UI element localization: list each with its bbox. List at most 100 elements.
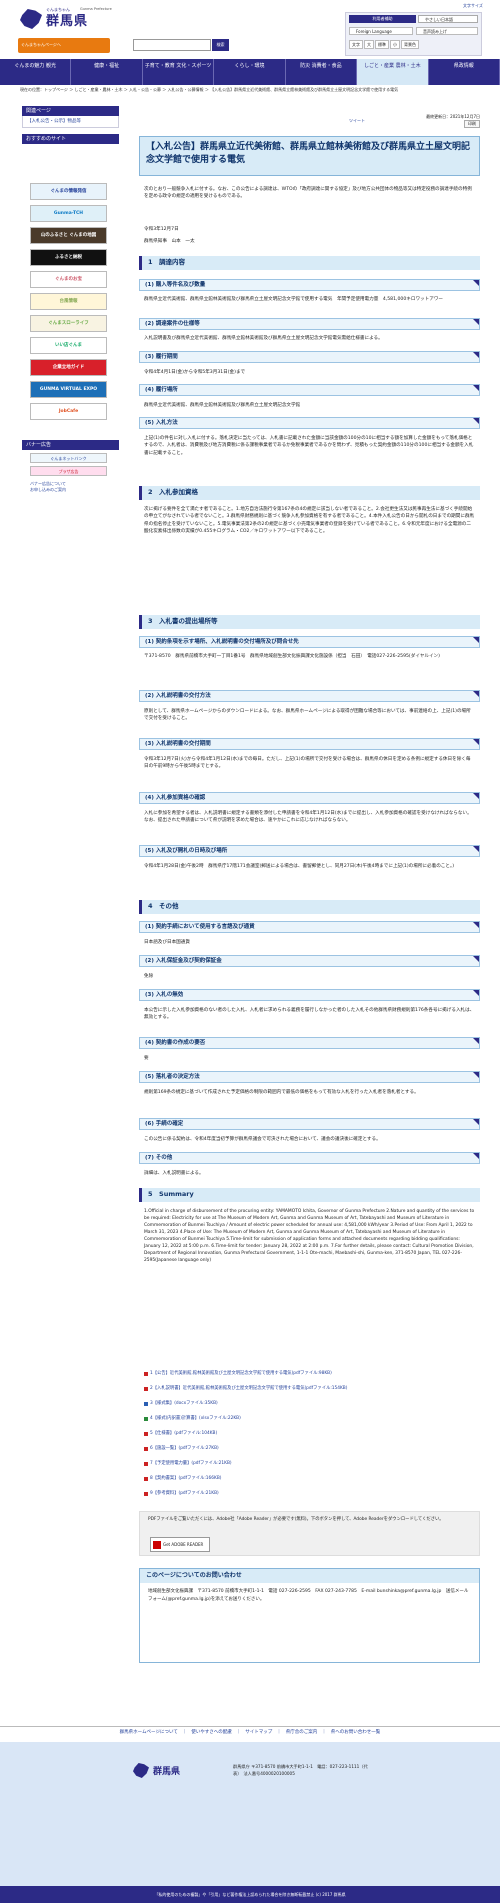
- banner-3[interactable]: ふるさと納税: [30, 249, 107, 266]
- subsection-4-5-text: 規則第169条の規定に基づいて作成された予定価格の制限の範囲内で最低の価格をもっ…: [144, 1090, 419, 1095]
- gunma-logo-icon: [20, 9, 42, 29]
- banner-8[interactable]: 企業立地ガイド: [30, 359, 107, 376]
- nav-item-education[interactable]: 子育て・教育 文化・スポーツ: [143, 59, 215, 85]
- breadcrumb[interactable]: 現在の位置：トップページ ＞ しごと・産業・農林・土木 ＞ 入札・公告・公募 ＞…: [20, 87, 480, 101]
- help-link[interactable]: 文字サイズ: [463, 3, 483, 9]
- footer-address: 群馬県庁 〒371-8570 前橋市大手町1-1-1 電話：027-223-11…: [233, 1764, 368, 1776]
- subsection-3-1-text: 〒371-8570 群馬県前橋市大手町一丁目1番1号 群馬県地域創生部文化振興課…: [144, 654, 440, 659]
- foreign-language-link[interactable]: Foreign Language: [349, 27, 413, 35]
- subsection-3-2-text: 原則として、群馬県ホームページからのダウンロードによる。なお、群馬県ホームページ…: [144, 709, 471, 722]
- adobe-reader-button[interactable]: Get ADOBE READER: [150, 1537, 210, 1552]
- pdf-notice: PDFファイルをご覧いただくには、Adobe社「Adobe Reader」が必要…: [139, 1511, 480, 1556]
- download-link[interactable]: 9【参考資料】(pdfファイル:21KB): [144, 1491, 475, 1497]
- subsection-1-4: (4) 履行場所: [139, 384, 480, 396]
- section-2-text: 次に掲げる要件を全て満たす者であること。1.地方自治法施行令第167条の4の規定…: [144, 507, 475, 535]
- subsection-1-3-text: 令和4年4月1日(金)から令和5年3月31日(金)まで: [144, 370, 246, 375]
- footer-logo-name: 群馬県: [153, 1767, 181, 1777]
- banner-0[interactable]: ぐんまの情報発信: [30, 183, 107, 200]
- nav-item-life[interactable]: くらし・環境: [214, 59, 286, 85]
- gunma-logo-icon: [133, 1763, 149, 1778]
- ad-apply-link[interactable]: お申し込みのご案内: [30, 487, 66, 493]
- tweet-button[interactable]: ツイート: [349, 118, 365, 124]
- subsection-3-5-text: 令和4年1月28日(金)午後2時 群馬県庁17階171会議室(郵送による場合は、…: [144, 864, 455, 869]
- subsection-1-2-text: 入札説明書及び群馬県立近代美術館、群馬県立館林美術館及び群馬県立土屋文明記念文学…: [144, 336, 383, 341]
- accessibility-toolbox: 利用者補助 やさしい日本語 Foreign Language 音声読み上げ 文字…: [345, 12, 482, 56]
- notice-date: 令和3年12月7日: [144, 227, 179, 232]
- nav-item-government[interactable]: 県政情報: [429, 59, 500, 85]
- banner-6[interactable]: ぐんまスローライフ: [30, 315, 107, 332]
- site-header: ぐんまちゃん Gunma Prefecture 群馬県 ぐんまちゃんページへ 検…: [0, 0, 500, 59]
- section-5-heading: 5 Summary: [139, 1188, 480, 1202]
- text-size-standard-button[interactable]: 標準: [375, 40, 389, 49]
- download-link[interactable]: 8【契約書案】(pdfファイル:166KB): [144, 1476, 475, 1482]
- mascot-link[interactable]: ぐんまちゃんページへ: [18, 38, 110, 53]
- nav-item-tourism[interactable]: ぐんまの魅力 観光: [0, 59, 72, 85]
- subsection-3-4: (4) 入札参加資格の確認: [139, 792, 480, 804]
- recommended-sites-heading: おすすめのサイト: [22, 134, 119, 144]
- subsection-4-1: (1) 契約手続において使用する言語及び通貨: [139, 921, 480, 933]
- subsection-4-2-text: 免除: [144, 974, 154, 979]
- banner-5[interactable]: 台風情報: [30, 293, 107, 310]
- search-input[interactable]: [133, 39, 211, 51]
- easy-japanese-link[interactable]: やさしい日本語: [418, 15, 478, 23]
- text-size-large-button[interactable]: 大: [364, 40, 374, 49]
- subsection-1-5: (5) 入札方法: [139, 417, 480, 429]
- banner-7[interactable]: いい店ぐんま: [30, 337, 107, 354]
- file-icon: [144, 1417, 148, 1422]
- nav-item-safety[interactable]: 防災 消費者・食品: [286, 59, 358, 85]
- banner-ads-heading: バナー広告: [22, 440, 119, 450]
- subsection-3-3-text: 令和3年12月7日(火)から令和4年1月12日(水)までの毎日。ただし、上記(1…: [144, 757, 471, 770]
- footer-nav[interactable]: 群馬県ホームページについて ｜ 使いやすさへの配慮 ｜ サイトマップ ｜ 県庁舎…: [0, 1726, 500, 1740]
- nav-item-business[interactable]: しごと・産業 農林・土木: [357, 59, 429, 85]
- pdf-notice-text: PDFファイルをご覧いただくには、Adobe社「Adobe Reader」が必要…: [148, 1517, 444, 1522]
- subsection-4-7: (7) その他: [139, 1152, 480, 1164]
- file-icon: [144, 1432, 148, 1437]
- download-link[interactable]: 3【様式集】(docxファイル:35KB): [144, 1401, 475, 1407]
- site-logo[interactable]: ぐんまちゃん Gunma Prefecture 群馬県: [20, 3, 115, 33]
- text-size-small-button[interactable]: 小: [390, 40, 400, 49]
- section-2-heading: 2 入札参加資格: [139, 486, 480, 500]
- contact-box: このページについてのお問い合わせ 地域創生部文化振興課 〒371-8570 前橋…: [139, 1568, 480, 1663]
- download-link[interactable]: 1【公告】近代美術館,館林美術館及び土屋文明記念文学館で使用する電気(pdfファ…: [144, 1371, 475, 1377]
- download-link[interactable]: 7【予定使用電力量】(pdfファイル:21KB): [144, 1461, 475, 1467]
- site-footer: 群馬県 群馬県庁 〒371-8570 前橋市大手町1-1-1 電話：027-22…: [0, 1742, 500, 1903]
- subsection-4-7-text: 詳細は、入札説明書による。: [144, 1171, 204, 1176]
- download-link[interactable]: 2【入札説明書】近代美術館,館林美術館及び土屋文明記念文学館で使用する電気(pd…: [144, 1386, 475, 1392]
- banner-9[interactable]: GUNMA VIRTUAL EXPO: [30, 381, 107, 398]
- file-icon: [144, 1462, 148, 1467]
- subsection-1-4-text: 群馬県立近代美術館、群馬県立館林美術館及び群馬県立土屋文明記念文学館: [144, 403, 301, 408]
- text-size-controls: 文字大標準小背景色: [349, 40, 479, 50]
- page-title: 【入札公告】群馬県立近代美術館、群馬県立館林美術館及び群馬県立土屋文明記念文学館…: [139, 136, 480, 176]
- download-link[interactable]: 4【様式(内訳書)計算書】(xlsxファイル:22KB): [144, 1416, 475, 1422]
- subsection-1-1-text: 群馬県立近代美術館、群馬県立館林美術館及び群馬県立土屋文明記念文学館で使用する電…: [144, 297, 444, 302]
- logo-subtitle: ぐんまちゃん: [46, 7, 70, 12]
- banner-10[interactable]: JobCafe: [30, 403, 107, 420]
- ad-banner-1[interactable]: プラザ広告: [30, 466, 107, 476]
- print-button[interactable]: 印刷: [464, 120, 480, 128]
- search-button[interactable]: 検索: [212, 39, 229, 51]
- subsection-1-3: (3) 履行期間: [139, 351, 480, 363]
- ad-info-link[interactable]: バナー広告について: [30, 481, 66, 487]
- subsection-4-3-text: 本公告に示した入札参加資格のない者のした入札、入札者に求められる義務を履行しなか…: [144, 1008, 475, 1021]
- related-page-link[interactable]: 【入札公告・公示】物品等: [22, 116, 119, 128]
- file-icon: [144, 1402, 148, 1407]
- subsection-3-1: (1) 契約条項を示す場所、入札説明書の交付場所及び問合せ先: [139, 636, 480, 648]
- ad-banner-0[interactable]: ぐんまネットバンク: [30, 453, 107, 463]
- subsection-1-5-text: 上記(1)の件名に対し入札に付する。落札決定に当たっては、入札書に記載された金額…: [144, 436, 474, 456]
- subsection-3-3: (3) 入札説明書の交付期間: [139, 738, 480, 750]
- subsection-4-2: (2) 入札保証金及び契約保証金: [139, 955, 480, 967]
- subsection-4-5: (5) 落札者の決定方法: [139, 1071, 480, 1083]
- contact-heading: このページについてのお問い合わせ: [140, 1569, 479, 1583]
- banner-2[interactable]: 山のふるさと ぐんまの地図: [30, 227, 107, 244]
- download-link[interactable]: 6【施設一覧】(pdfファイル:27KB): [144, 1446, 475, 1452]
- nav-item-health[interactable]: 健康・福祉: [71, 59, 143, 85]
- footer-logo[interactable]: 群馬県: [133, 1762, 213, 1780]
- voice-read-link[interactable]: 音声読み上げ: [416, 27, 478, 35]
- banner-1[interactable]: Gunma-TCH: [30, 205, 107, 222]
- download-link[interactable]: 5【仕様書】(pdfファイル:104KB): [144, 1431, 475, 1437]
- banner-4[interactable]: ぐんまのお宝: [30, 271, 107, 288]
- section-1-heading: 1 調達内容: [139, 256, 480, 270]
- subsection-1-2: (2) 調達案件の仕様等: [139, 318, 480, 330]
- background-color-button[interactable]: 背景色: [401, 40, 419, 49]
- logo-name: 群馬県: [46, 14, 89, 29]
